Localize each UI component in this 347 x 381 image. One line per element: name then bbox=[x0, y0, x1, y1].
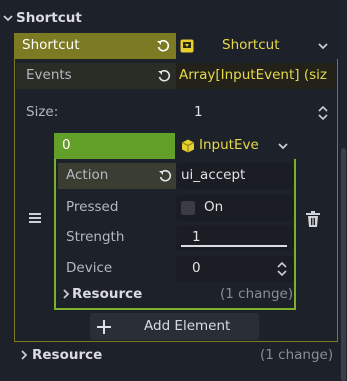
strength-value: 1 bbox=[192, 229, 201, 245]
shortcut-property-row: Shortcut Shortcut bbox=[14, 33, 338, 59]
strength-label: Strength bbox=[66, 229, 125, 245]
resource-section-label: Resource bbox=[32, 347, 103, 363]
add-element-button[interactable]: Add Element bbox=[90, 313, 259, 340]
cube-icon bbox=[181, 139, 195, 153]
shortcut-label-cell: Shortcut bbox=[14, 33, 176, 59]
events-property-row: Events Array[InputEvent] (siz bbox=[16, 63, 336, 89]
trash-icon[interactable] bbox=[306, 211, 320, 227]
action-label: Action bbox=[66, 167, 109, 183]
pressed-checkbox-field[interactable]: On bbox=[176, 195, 294, 221]
element-resource-changes: (1 change) bbox=[220, 286, 294, 302]
strength-slider-fill bbox=[181, 245, 287, 247]
revert-icon[interactable] bbox=[158, 169, 172, 183]
plus-icon bbox=[97, 320, 111, 334]
device-spinbox[interactable]: 0 bbox=[176, 256, 294, 282]
updown-icon[interactable] bbox=[277, 262, 287, 276]
chevron-down-icon[interactable] bbox=[278, 141, 288, 151]
element-index: 0 bbox=[62, 137, 71, 153]
size-label: Size: bbox=[26, 104, 59, 120]
resource-section-header[interactable]: Resource (1 change) bbox=[16, 345, 338, 367]
action-row: Action ui_accept bbox=[58, 163, 294, 189]
element-resource-header[interactable]: Resource (1 change) bbox=[58, 284, 294, 306]
size-row: Size: 1 bbox=[16, 100, 336, 126]
element-resource-label: Resource bbox=[72, 286, 143, 302]
chevron-right-icon bbox=[62, 289, 70, 299]
updown-icon[interactable] bbox=[318, 106, 328, 120]
revert-icon[interactable] bbox=[157, 69, 171, 83]
drag-handle-icon[interactable] bbox=[29, 213, 41, 223]
chevron-right-icon bbox=[20, 350, 28, 360]
chevron-down-icon[interactable] bbox=[318, 41, 328, 51]
device-row: Device 0 bbox=[58, 256, 294, 282]
shortcut-resource-picker[interactable]: Shortcut bbox=[176, 33, 338, 59]
section-header-label: Shortcut bbox=[16, 10, 82, 26]
pressed-row: Pressed On bbox=[58, 195, 294, 221]
add-element-label: Add Element bbox=[144, 318, 231, 334]
strength-slider-field[interactable]: 1 bbox=[176, 225, 294, 251]
chevron-down-icon bbox=[3, 13, 13, 23]
events-label-cell: Events bbox=[16, 63, 176, 89]
element-header-row: 0 InputEve bbox=[54, 133, 296, 159]
element-type-picker[interactable]: InputEve bbox=[175, 133, 296, 159]
element-index-cell: 0 bbox=[54, 133, 175, 159]
events-array-value: Array[InputEvent] (siz bbox=[179, 67, 327, 83]
size-value: 1 bbox=[194, 104, 203, 120]
element-type-value: InputEve bbox=[199, 137, 259, 153]
shortcut-resource-value: Shortcut bbox=[222, 37, 280, 53]
device-value: 0 bbox=[192, 260, 201, 276]
shortcut-resource-icon bbox=[180, 39, 194, 53]
size-spinbox[interactable]: 1 bbox=[176, 100, 336, 126]
scrollbar-thumb[interactable] bbox=[341, 148, 346, 381]
events-array-field[interactable]: Array[InputEvent] (siz bbox=[176, 63, 336, 89]
pressed-checkbox[interactable] bbox=[181, 201, 195, 215]
section-header-shortcut[interactable]: Shortcut bbox=[0, 8, 338, 30]
resource-section-changes: (1 change) bbox=[260, 347, 334, 363]
device-label: Device bbox=[66, 260, 113, 276]
events-label: Events bbox=[26, 67, 72, 83]
action-label-cell: Action bbox=[58, 163, 176, 189]
pressed-label: Pressed bbox=[66, 199, 119, 215]
action-input[interactable]: ui_accept bbox=[176, 163, 294, 189]
pressed-value: On bbox=[204, 199, 224, 215]
revert-icon[interactable] bbox=[156, 39, 170, 53]
shortcut-label: Shortcut bbox=[22, 37, 80, 53]
action-value: ui_accept bbox=[181, 167, 246, 183]
strength-row: Strength 1 bbox=[58, 225, 294, 251]
